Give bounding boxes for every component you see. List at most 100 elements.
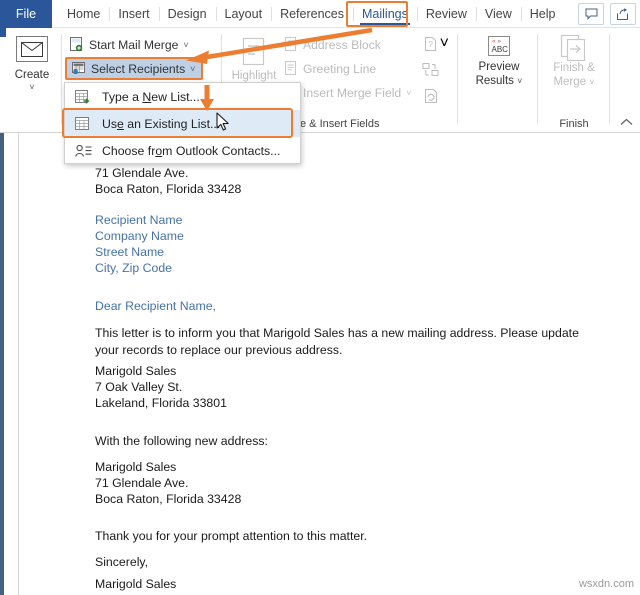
- tab-insert-label: Insert: [118, 7, 150, 21]
- menu-item-use-an-existing-list[interactable]: Use an Existing List...: [65, 110, 300, 137]
- svg-text:ABC: ABC: [492, 45, 509, 54]
- svg-text:?: ?: [429, 40, 434, 49]
- rules-chevron-down-icon[interactable]: ˅: [440, 35, 449, 53]
- ribbon-group-create: Create ˅: [0, 28, 62, 132]
- update-labels-button[interactable]: [420, 85, 442, 106]
- finish-and-merge-label-line1: Finish &: [553, 62, 595, 74]
- window-action-buttons: [578, 3, 636, 25]
- select-recipients-icon: [70, 60, 87, 77]
- insert-merge-field-button[interactable]: Insert Merge Field ˅: [282, 82, 411, 103]
- match-fields-button[interactable]: [420, 59, 442, 80]
- update-labels-icon: [425, 88, 437, 103]
- old-address-line-1: Marigold Sales: [95, 364, 177, 378]
- ribbon-tab-bar: File Home Insert Design Layout Reference…: [0, 0, 640, 28]
- new-address-line-1: Marigold Sales: [95, 460, 177, 474]
- body-paragraph: This letter is to inform you that Marigo…: [95, 326, 579, 357]
- collapse-ribbon-button[interactable]: [620, 115, 633, 129]
- select-recipients-dropdown-menu: Type a New List... Use an Existing List.…: [64, 82, 301, 164]
- preview-results-button[interactable]: « » ABC Preview Results ˅: [470, 34, 528, 88]
- preview-results-chevron-down-icon[interactable]: ˅: [517, 76, 522, 86]
- tab-file-label: File: [15, 7, 37, 21]
- tab-insert[interactable]: Insert: [109, 0, 158, 28]
- label-pre: Type a: [102, 89, 143, 104]
- ribbon-group-preview-results: « » ABC Preview Results ˅ Preview Result…: [458, 28, 538, 132]
- envelope-icon: [16, 36, 48, 62]
- share-button[interactable]: [610, 3, 636, 25]
- outlook-contacts-icon: [74, 142, 92, 160]
- highlight-merge-fields-icon: [242, 37, 265, 66]
- mouse-cursor: [216, 112, 231, 137]
- group-separator-5: [609, 34, 610, 124]
- start-mail-merge-button[interactable]: Start Mail Merge ˅: [68, 34, 189, 55]
- rules-icon: ?: [425, 36, 436, 51]
- rules-button[interactable]: ? ˅: [420, 33, 449, 54]
- tab-mailings[interactable]: Mailings: [353, 0, 417, 28]
- match-fields-icon: [422, 62, 439, 76]
- start-mail-merge-chevron-down-icon[interactable]: ˅: [183, 40, 188, 50]
- document-page[interactable]: 71 Glendale Ave. Boca Raton, Florida 334…: [19, 133, 640, 595]
- ribbon-group-label-finish: Finish: [559, 118, 589, 130]
- tab-help-label: Help: [529, 7, 556, 21]
- tab-file[interactable]: File: [0, 0, 52, 28]
- label-post: ew List...: [151, 89, 200, 104]
- merge-field-company-name: Company Name: [95, 229, 184, 243]
- label-pre: Us: [102, 116, 118, 131]
- tab-layout[interactable]: Layout: [215, 0, 272, 28]
- new-address-line-3: Boca Raton, Florida 33428: [95, 492, 242, 506]
- new-list-icon: [74, 88, 92, 106]
- tab-review[interactable]: Review: [416, 0, 476, 28]
- label-accelerator: e: [117, 116, 124, 131]
- select-recipients-chevron-down-icon[interactable]: ˅: [190, 64, 195, 74]
- greeting-line-icon: [282, 60, 299, 77]
- menu-item-choose-from-outlook-contacts[interactable]: Choose from Outlook Contacts...: [65, 137, 300, 164]
- label-post: m Outlook Contacts...: [162, 143, 281, 158]
- greeting-line-button[interactable]: Greeting Line: [282, 58, 376, 79]
- label-pre: Choose fr: [102, 143, 156, 158]
- select-recipients-label: Select Recipients: [91, 61, 186, 76]
- menu-item-type-a-new-list[interactable]: Type a New List...: [65, 83, 300, 110]
- preview-results-label-line2: Results ˅: [476, 74, 523, 88]
- sender-address-line-2: Boca Raton, Florida 33428: [95, 182, 242, 196]
- merge-field-city-zip-code: City, Zip Code: [95, 261, 172, 275]
- ribbon-tab-list: Home Insert Design Layout References Mai…: [58, 0, 564, 28]
- start-mail-merge-icon: [68, 36, 85, 53]
- select-recipients-button[interactable]: Select Recipients ˅: [65, 57, 204, 80]
- highlight-merge-fields-label: Highlight: [231, 70, 277, 82]
- insert-merge-field-label: Insert Merge Field: [303, 85, 402, 100]
- chevron-up-icon: [620, 118, 633, 125]
- create-button-label: Create: [14, 69, 50, 81]
- sender-address-line-1: 71 Glendale Ave.: [95, 166, 189, 180]
- word-window: File Home Insert Design Layout Reference…: [0, 0, 640, 595]
- tab-home-label: Home: [67, 7, 101, 21]
- comment-icon: [585, 8, 597, 20]
- comment-button[interactable]: [578, 3, 604, 25]
- address-block-icon: [282, 36, 299, 53]
- menu-item-use-an-existing-list-label: Use an Existing List...: [102, 117, 220, 131]
- abc-preview-icon: « » ABC: [488, 36, 510, 56]
- insert-merge-field-chevron-down-icon[interactable]: ˅: [406, 88, 411, 98]
- tab-home[interactable]: Home: [58, 0, 109, 28]
- old-address-line-3: Lakeland, Florida 33801: [95, 396, 227, 410]
- tab-references[interactable]: References: [271, 0, 353, 28]
- sign-off-line: Sincerely,: [95, 555, 149, 569]
- finish-merge-line2-text: Merge: [553, 76, 587, 88]
- tab-design[interactable]: Design: [158, 0, 216, 28]
- tab-mailings-active-underline: [360, 22, 410, 25]
- create-chevron-down-icon[interactable]: ˅: [29, 83, 34, 92]
- finish-and-merge-chevron-down-icon[interactable]: ˅: [589, 77, 594, 87]
- highlight-merge-fields-button[interactable]: Highlight: [226, 36, 282, 83]
- address-block-button[interactable]: Address Block: [282, 34, 381, 55]
- address-block-label: Address Block: [303, 37, 381, 52]
- finish-and-merge-button[interactable]: Finish & Merge ˅: [545, 34, 603, 89]
- start-mail-merge-label: Start Mail Merge: [89, 37, 179, 52]
- label-post: an Existing List...: [123, 116, 221, 131]
- label-accelerator: N: [142, 89, 152, 104]
- old-address-line-2: 7 Oak Valley St.: [95, 380, 183, 394]
- greeting-line-label: Greeting Line: [303, 61, 377, 76]
- left-edge-bar: [0, 133, 4, 595]
- document-area[interactable]: 71 Glendale Ave. Boca Raton, Florida 334…: [0, 133, 640, 595]
- tab-view[interactable]: View: [475, 0, 521, 28]
- finish-and-merge-label-line2: Merge ˅: [553, 75, 594, 89]
- create-button[interactable]: Create ˅: [6, 32, 58, 92]
- tab-help[interactable]: Help: [520, 0, 565, 28]
